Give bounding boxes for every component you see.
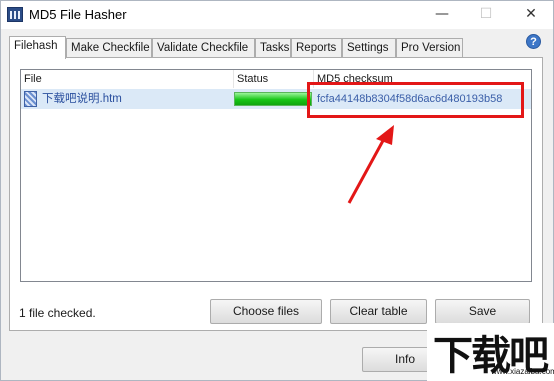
save-button[interactable]: Save [435, 299, 530, 324]
tab-filehash[interactable]: Filehash [9, 36, 66, 59]
clear-table-button[interactable]: Clear table [330, 299, 427, 324]
watermark-url: www.xiazaiba.com [491, 367, 554, 376]
choose-files-button[interactable]: Choose files [210, 299, 322, 324]
app-window: MD5 File Hasher — ☐ ✕ Filehash Make Chec… [0, 0, 554, 381]
watermark-logo: 下载吧 www.xiazaiba.com [427, 323, 554, 381]
status-message: 1 file checked. [19, 306, 96, 320]
